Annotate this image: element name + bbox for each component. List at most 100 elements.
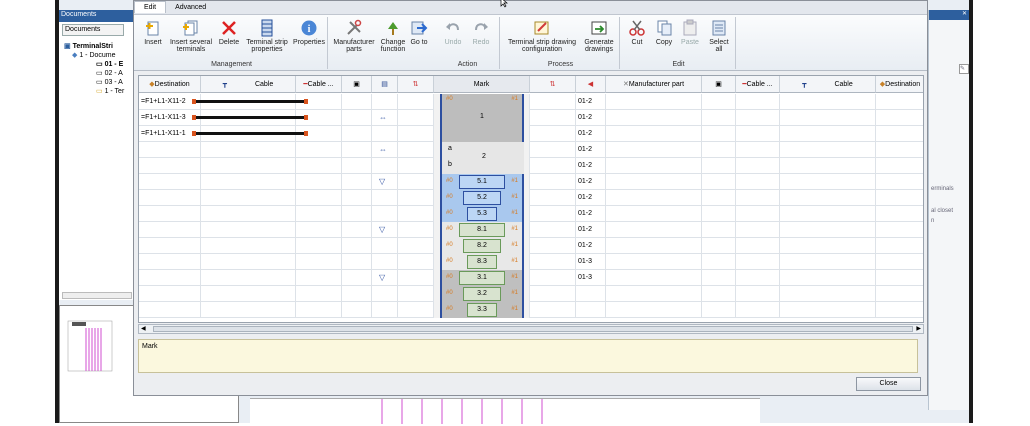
scroll-right-icon[interactable]: ▶ (916, 325, 921, 332)
table-row[interactable]: =F1+L1-X11-2 01-2 (139, 94, 923, 110)
destination-cell[interactable] (139, 238, 201, 254)
grid-cell[interactable] (736, 206, 780, 222)
grid-cell[interactable] (530, 222, 576, 238)
grid-cell[interactable] (201, 302, 296, 318)
grid-cell[interactable] (606, 110, 702, 126)
grid-cell[interactable] (736, 222, 780, 238)
grid-cell[interactable] (296, 174, 342, 190)
grid-cell[interactable] (530, 286, 576, 302)
grid-cell[interactable] (780, 158, 876, 174)
grid-cell[interactable] (296, 238, 342, 254)
properties-button[interactable]: i Properties (293, 19, 325, 46)
grid-cell[interactable] (606, 254, 702, 270)
level-cell[interactable]: 01-2 (576, 238, 606, 254)
edit-icon[interactable]: ✎ (959, 64, 969, 74)
grid-cell[interactable] (876, 222, 923, 238)
header-destination[interactable]: ◆ Destination (139, 76, 201, 93)
grid-cell[interactable] (702, 286, 736, 302)
grid-cell[interactable] (530, 110, 576, 126)
grid-cell[interactable] (296, 286, 342, 302)
tree-item[interactable]: ▭ 1 - Ter (62, 87, 134, 96)
grid-cell[interactable] (296, 158, 342, 174)
grid-cell[interactable] (201, 222, 296, 238)
destination-cell[interactable] (139, 222, 201, 238)
header-sort-2[interactable]: ⇅ (530, 76, 576, 93)
grid-cell[interactable] (342, 126, 372, 142)
undo-button[interactable]: Undo (440, 19, 466, 46)
grid-cell[interactable] (372, 126, 398, 142)
grid-cell[interactable] (342, 302, 372, 318)
table-row[interactable]: 01-2 (139, 174, 923, 190)
destination-cell[interactable] (139, 190, 201, 206)
grid-cell[interactable] (736, 110, 780, 126)
tree-item[interactable]: ▭ 02 - A (62, 69, 134, 78)
table-row[interactable]: =F1+L1-X11-1 01-2 (139, 126, 923, 142)
grid-cell[interactable] (530, 254, 576, 270)
grid-cell[interactable] (530, 238, 576, 254)
grid-cell[interactable] (530, 126, 576, 142)
grid-cell[interactable] (530, 270, 576, 286)
table-row[interactable]: 01-2 (139, 142, 923, 158)
delete-button[interactable]: Delete (218, 19, 240, 46)
level-cell[interactable]: 01-2 (576, 174, 606, 190)
grid-cell[interactable] (876, 110, 923, 126)
header-mark[interactable]: Mark (434, 76, 530, 93)
grid-cell[interactable] (342, 174, 372, 190)
grid-cell[interactable] (296, 270, 342, 286)
terminal-mark[interactable]: #0 #1 3.1 (440, 270, 524, 286)
grid-cell[interactable] (780, 174, 876, 190)
grid-cell[interactable] (530, 174, 576, 190)
grid-cell[interactable] (372, 94, 398, 110)
grid-cell[interactable] (702, 238, 736, 254)
grid-cell[interactable] (780, 94, 876, 110)
destination-cell[interactable] (139, 174, 201, 190)
tab-edit[interactable]: Edit (134, 1, 167, 13)
grid-cell[interactable] (606, 206, 702, 222)
grid-cell[interactable] (398, 110, 434, 126)
grid-cell[interactable] (876, 94, 923, 110)
tree-item[interactable]: ▭ 01 - E (62, 60, 134, 69)
grid-cell[interactable] (702, 222, 736, 238)
grid-cell[interactable] (606, 158, 702, 174)
grid-cell[interactable] (876, 302, 923, 318)
level-cell[interactable]: 01-2 (576, 126, 606, 142)
table-row[interactable]: 01-2 (139, 206, 923, 222)
mark-group-1[interactable]: #0 #1 1 (440, 94, 524, 142)
grid-cell[interactable] (702, 158, 736, 174)
grid-cell[interactable] (606, 286, 702, 302)
terminal-accessory-icon[interactable]: ▽ (379, 177, 385, 186)
grid-cell[interactable] (296, 302, 342, 318)
grid-cell[interactable] (736, 158, 780, 174)
panel-scrollbar[interactable] (62, 292, 132, 299)
header-cable-2[interactable]: ┳ Cable (780, 76, 876, 93)
grid-cell[interactable] (342, 158, 372, 174)
grid-cell[interactable] (876, 158, 923, 174)
grid-cell[interactable] (398, 270, 434, 286)
insert-button[interactable]: Insert (140, 19, 166, 46)
grid-cell[interactable] (876, 238, 923, 254)
header-jumper[interactable]: ▣ (342, 76, 372, 93)
grid-cell[interactable] (876, 126, 923, 142)
grid-cell[interactable] (372, 190, 398, 206)
table-row[interactable]: 01-3 (139, 270, 923, 286)
copy-button[interactable]: Copy (652, 19, 676, 46)
grid-cell[interactable] (372, 254, 398, 270)
grid-cell[interactable] (702, 270, 736, 286)
grid-cell[interactable] (201, 206, 296, 222)
level-cell[interactable]: 01-2 (576, 206, 606, 222)
insert-several-button[interactable]: Insert several terminals (168, 19, 214, 53)
level-cell[interactable]: 01-2 (576, 190, 606, 206)
pin-icon[interactable]: ✕ (929, 10, 969, 20)
grid-cell[interactable] (780, 286, 876, 302)
level-cell[interactable]: 01-2 (576, 158, 606, 174)
grid-cell[interactable] (201, 174, 296, 190)
grid-cell[interactable] (201, 286, 296, 302)
grid-cell[interactable] (780, 302, 876, 318)
grid-cell[interactable] (342, 254, 372, 270)
terminal-mark[interactable]: #0 #1 8.2 (440, 238, 524, 254)
terminal-mark[interactable]: #0 #1 8.1 (440, 222, 524, 238)
jumper-link-icon[interactable]: ⇔ (379, 145, 387, 154)
table-row[interactable] (139, 286, 923, 302)
grid-cell[interactable] (296, 190, 342, 206)
grid-cell[interactable] (780, 142, 876, 158)
